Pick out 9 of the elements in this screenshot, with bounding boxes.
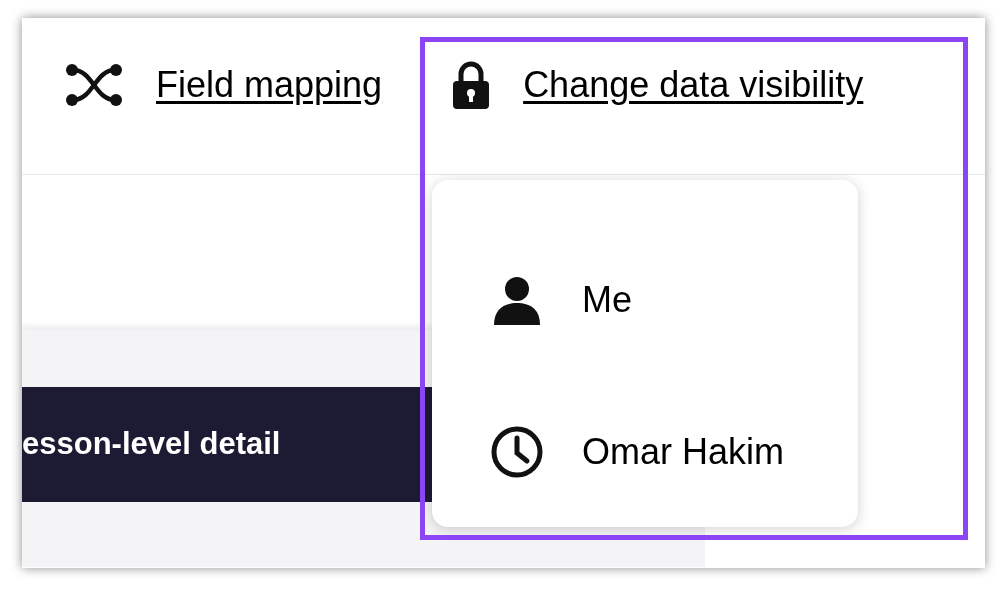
banner-title: esson-level detail [22, 425, 281, 464]
person-icon [492, 275, 542, 325]
toolbar-link[interactable]: Change data visibility [523, 58, 864, 112]
lock-icon [452, 61, 491, 109]
clock-icon [490, 425, 544, 479]
shuffle-icon [65, 62, 123, 108]
toolbar-link[interactable]: Field mapping [156, 58, 383, 112]
menu-item[interactable]: Omar Hakim [432, 425, 858, 479]
menu-item[interactable]: Me [432, 273, 858, 327]
